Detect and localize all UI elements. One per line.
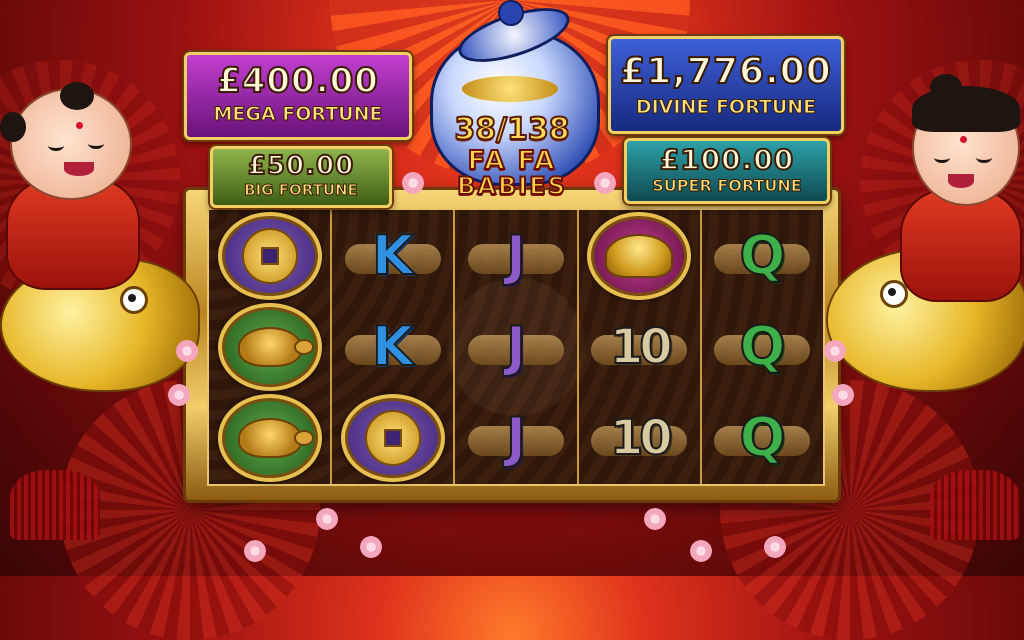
blossom-icon: [244, 540, 266, 562]
jackpot-label: SUPER FORTUNE: [652, 176, 802, 196]
mega-fortune-jackpot: £400.00 MEGA FORTUNE: [184, 52, 412, 140]
baby-hair: [60, 82, 94, 110]
reel-cell: [579, 210, 700, 301]
gold-ingot-icon: [605, 233, 674, 278]
j-symbol: J: [505, 223, 527, 287]
reel-cell: Q: [702, 210, 823, 301]
ten-symbol: 10: [609, 318, 674, 375]
q-symbol: Q: [738, 405, 786, 469]
blossom-icon: [168, 384, 190, 406]
jackpot-label: MEGA FORTUNE: [213, 103, 383, 126]
blossom-icon: [594, 172, 616, 194]
divine-fortune-jackpot: £1,776.00 DIVINE FORTUNE: [608, 36, 844, 134]
turtle-icon: [237, 326, 314, 367]
jackpot-amount: £1,776.00: [619, 50, 832, 93]
jackpot-label: BIG FORTUNE: [244, 181, 359, 200]
reel-1: [209, 210, 333, 484]
reel-cell: 10: [579, 301, 700, 392]
turtle-symbol: [217, 302, 322, 391]
reel-4: 10 10: [579, 210, 702, 484]
reel-cell: J: [455, 301, 576, 392]
reel-cell: K: [332, 210, 453, 301]
jackpot-amount: £400.00: [216, 60, 379, 102]
reel-2: K K: [332, 210, 456, 484]
blossom-icon: [764, 536, 786, 558]
reel-cell: Q: [702, 301, 823, 392]
jackpot-amount: £50.00: [247, 150, 355, 182]
coin-symbol: [340, 393, 445, 482]
turtle-icon: [237, 417, 314, 458]
reel-grid: K K J J J 10 10 Q Q Q: [207, 208, 825, 486]
reel-cell: J: [455, 392, 576, 483]
blossom-icon: [360, 536, 382, 558]
logo-line-2: BABIES: [456, 172, 567, 200]
q-symbol: Q: [738, 314, 786, 378]
blossom-icon: [176, 340, 198, 362]
reel-cell: [209, 392, 330, 483]
reel-cell: K: [332, 301, 453, 392]
ingot-symbol: [587, 211, 692, 300]
ten-symbol: 10: [609, 409, 674, 466]
big-fortune-jackpot: £50.00 BIG FORTUNE: [210, 146, 392, 208]
reel-cell: Q: [702, 392, 823, 483]
reel-cell: [332, 392, 453, 483]
blossom-icon: [832, 384, 854, 406]
k-symbol: K: [371, 223, 415, 287]
tassel-decoration: [930, 470, 1020, 540]
reel-cell: J: [455, 210, 576, 301]
gold-pile-icon: [462, 76, 558, 102]
k-symbol: K: [371, 314, 415, 378]
jackpot-amount: £100.00: [659, 142, 795, 177]
coin-symbol: [217, 211, 322, 300]
q-symbol: Q: [738, 223, 786, 287]
reel-cell: [209, 210, 330, 301]
vase-knob-icon: [498, 0, 524, 26]
coin-icon: [364, 409, 421, 466]
blossom-icon: [690, 540, 712, 562]
reel-cell: 10: [579, 392, 700, 483]
turtle-symbol: [217, 393, 322, 482]
j-symbol: J: [505, 314, 527, 378]
blossom-icon: [316, 508, 338, 530]
blossom-icon: [402, 172, 424, 194]
blossom-icon: [644, 508, 666, 530]
blossom-icon: [824, 340, 846, 362]
game-logo: FA FA BABIES: [418, 146, 606, 200]
j-symbol: J: [505, 405, 527, 469]
reel-cell: [209, 301, 330, 392]
tassel-decoration: [10, 470, 100, 540]
free-spins-counter: 38/138: [453, 111, 570, 148]
super-fortune-jackpot: £100.00 SUPER FORTUNE: [624, 138, 830, 204]
jackpot-label: DIVINE FORTUNE: [635, 96, 817, 119]
reel-3: J J J: [455, 210, 579, 484]
coin-icon: [241, 227, 298, 284]
baby-hair: [0, 112, 26, 142]
reel-5: Q Q Q: [702, 210, 823, 484]
logo-line-1: FA FA: [467, 146, 557, 176]
baby-hair-bun: [930, 74, 962, 100]
baby-hair: [912, 86, 1020, 132]
